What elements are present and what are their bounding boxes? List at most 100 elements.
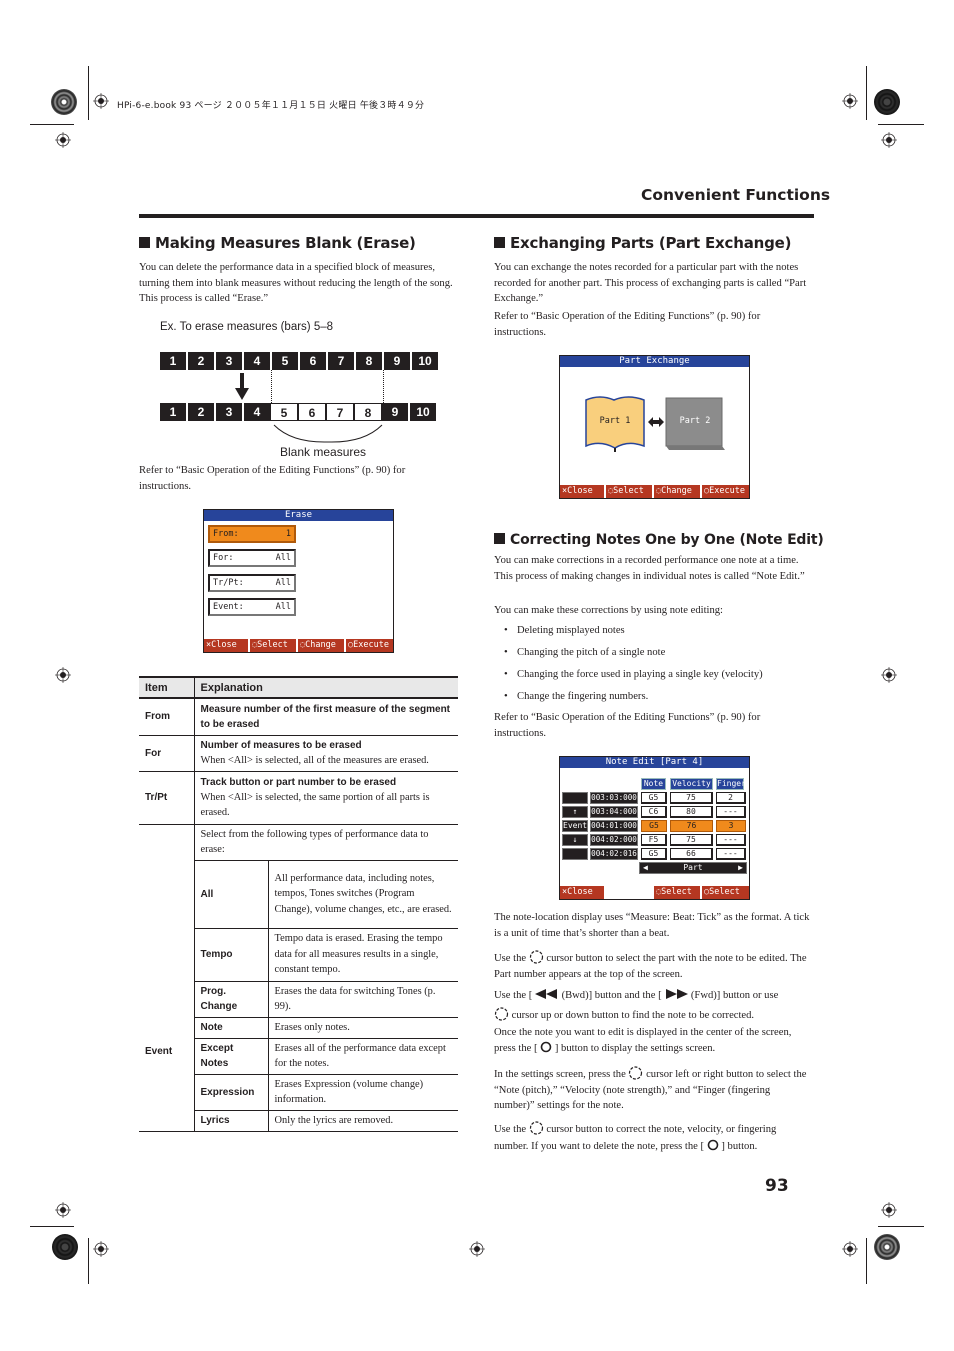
registration-dial-icon	[874, 89, 900, 115]
change-button[interactable]: ◌Change	[298, 639, 346, 652]
row-side-label	[562, 848, 588, 860]
registration-mark-icon	[842, 1241, 858, 1257]
event-type-name: Tempo	[194, 928, 269, 981]
velocity-cell[interactable]: 76	[670, 820, 713, 832]
velocity-cell[interactable]: 80	[670, 806, 713, 818]
row-time: 003:03:000	[590, 792, 638, 804]
select-button[interactable]: ◌Select	[654, 886, 702, 899]
table-row: For Number of measures to be erased When …	[139, 735, 458, 771]
finger-cell[interactable]: 2	[716, 792, 746, 804]
finger-cell[interactable]: 3	[716, 820, 746, 832]
explanation-bold: Measure number of the first measure of t…	[200, 703, 451, 730]
field-for[interactable]: For: All	[208, 549, 296, 567]
measures-row-original: 1 2 3 4 5 6 7 8 9 10	[160, 352, 440, 370]
finger-cell[interactable]: ---	[716, 806, 746, 818]
cursor-select-part-paragraph: Use the cursor button to select the part…	[494, 950, 812, 982]
registration-mark-icon	[93, 1241, 109, 1257]
velocity-cell[interactable]: 75	[670, 834, 713, 846]
blank-measure-cell: 6	[298, 403, 326, 421]
cursor-button-icon	[529, 1121, 543, 1135]
field-from[interactable]: From: 1	[208, 525, 296, 543]
row-time: 003:04:000	[590, 806, 638, 818]
crop-mark	[878, 124, 924, 125]
measures-row-erased: 1 2 3 4 5 6 7 8 9 10	[160, 403, 438, 421]
button-label: Change	[661, 486, 692, 496]
crop-mark	[88, 66, 89, 120]
field-value: 1	[285, 529, 291, 539]
measure-cell: 3	[216, 403, 242, 421]
execute-button[interactable]: ○Execute	[346, 639, 393, 652]
field-value: All	[275, 578, 291, 588]
note-cell[interactable]: G5	[641, 848, 667, 860]
erase-intro: You can delete the performance data in a…	[139, 262, 453, 305]
part-exchange-intro: You can exchange the notes recorded for …	[494, 262, 807, 305]
velocity-cell[interactable]: 75	[670, 792, 713, 804]
part2-label: Part 2	[679, 416, 711, 426]
explanation-bold: Number of measures to be erased	[200, 739, 362, 751]
explanation-cell: Track button or part number to be erased…	[194, 771, 458, 824]
select-button[interactable]: ◌Select	[606, 485, 654, 498]
blank-measure-cell: 7	[326, 403, 354, 421]
event-type-name: Note	[194, 1017, 269, 1038]
text: cursor up or down button to find the not…	[511, 1010, 755, 1021]
explanation-text: When <All> is selected, all of the measu…	[200, 754, 429, 766]
note-cell[interactable]: G5	[641, 820, 667, 832]
bullet-text: Changing the pitch of a single note	[517, 647, 666, 658]
registration-dial-icon	[52, 1234, 78, 1260]
heading-square-icon	[494, 533, 505, 544]
bullet-text: Deleting misplayed notes	[517, 625, 625, 636]
note-edit-list-intro: You can make these corrections by using …	[494, 605, 723, 616]
finger-cell[interactable]: ---	[716, 834, 746, 846]
registration-mark-icon	[842, 93, 858, 109]
finger-cell[interactable]: ---	[716, 848, 746, 860]
page-number: 93	[765, 1176, 789, 1196]
erase-heading: Making Measures Blank (Erase)	[139, 234, 416, 252]
button-label: Select	[661, 887, 692, 897]
select-button[interactable]: ◌Select	[250, 639, 298, 652]
erase-refer: Refer to “Basic Operation of the Editing…	[139, 465, 406, 492]
measure-cell: 4	[244, 403, 270, 421]
erase-screen-footer: ×Close ◌Select ◌Change ○Execute	[204, 639, 393, 652]
event-type-name: Expression	[194, 1074, 269, 1110]
event-type-desc: Erases Expression (volume change) inform…	[274, 1078, 424, 1106]
registration-dial-icon	[51, 89, 77, 115]
item-tr-pt: Tr/Pt	[139, 771, 195, 824]
blank-measure-cell: 8	[354, 403, 382, 421]
left-arrow-icon: ◀	[643, 863, 648, 872]
measure-cell: 10	[412, 352, 438, 370]
registration-mark-icon	[469, 1241, 485, 1257]
button-label: Select	[613, 486, 644, 496]
field-tr-pt[interactable]: Tr/Pt: All	[208, 574, 296, 592]
blank-measures-label: Blank measures	[280, 445, 367, 459]
note-cell[interactable]: C6	[641, 806, 667, 818]
note-cell[interactable]: F5	[641, 834, 667, 846]
field-event[interactable]: Event: All	[208, 598, 296, 616]
book-header: HPi-6-e.book 93 ページ ２００５年１１月１５日 火曜日 午後３時…	[117, 101, 425, 111]
settings-screen-paragraph: In the settings screen, press the cursor…	[494, 1066, 812, 1114]
text: (Bwd)] button and the [	[561, 990, 662, 1001]
close-button[interactable]: ×Close	[204, 639, 250, 652]
crop-mark	[30, 1226, 74, 1227]
bullet-icon: •	[504, 669, 508, 680]
execute-button[interactable]: ○Execute	[702, 485, 749, 498]
velocity-cell[interactable]: 66	[670, 848, 713, 860]
circle-button-icon	[707, 1139, 719, 1151]
part-exchange-screen: Part Exchange Part 1 Part 2 ×Close ◌Sele…	[559, 355, 750, 499]
note-cell[interactable]: G5	[641, 792, 667, 804]
bullet-icon: •	[504, 625, 508, 636]
part-nav[interactable]: ◀ Part ▶	[639, 862, 747, 874]
change-button[interactable]: ◌Change	[654, 485, 702, 498]
text: (Fwd)] button or use	[690, 990, 779, 1001]
erase-example-label: Ex. To erase measures (bars) 5–8	[160, 321, 334, 333]
close-button[interactable]: ×Close	[560, 886, 606, 899]
column-header-velocity: Velocity	[670, 778, 713, 790]
registration-mark-icon	[55, 132, 71, 148]
text: In the settings screen, press the	[494, 1069, 626, 1080]
button-label: Select	[709, 887, 740, 897]
field-value: All	[275, 602, 291, 612]
event-type-desc: Tempo data is erased. Erasing the tempo …	[274, 933, 443, 976]
close-button[interactable]: ×Close	[560, 485, 606, 498]
registration-mark-icon	[55, 1202, 71, 1218]
part-exchange-screen-footer: ×Close ◌Select ◌Change ○Execute	[560, 485, 749, 498]
select-button[interactable]: ○Select	[702, 886, 749, 899]
